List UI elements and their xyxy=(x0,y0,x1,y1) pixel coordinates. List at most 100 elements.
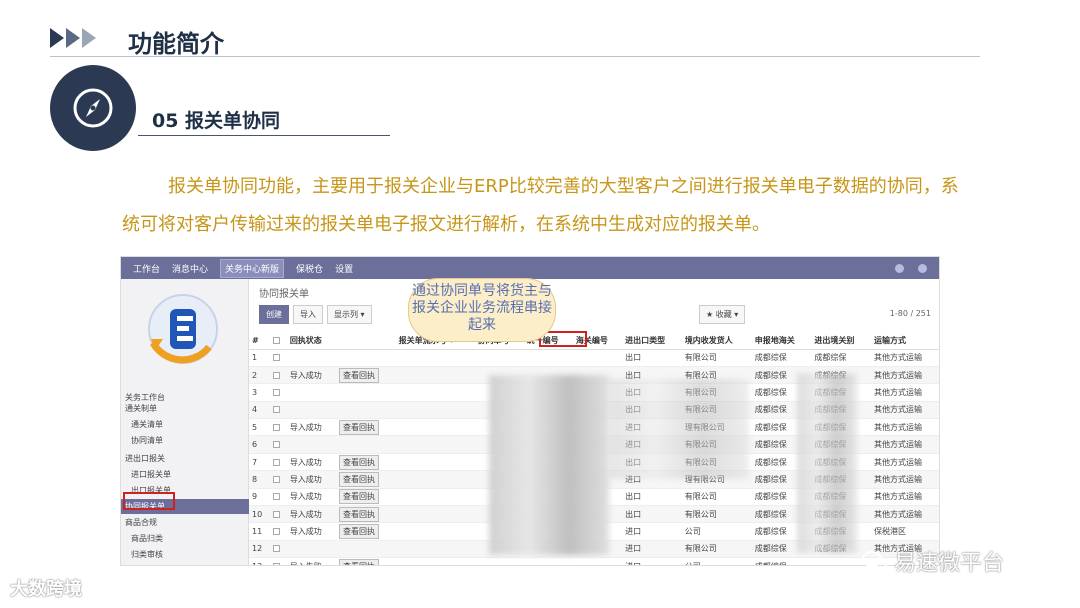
row-consignee: 有限公司 xyxy=(681,505,752,524)
row-select-checkbox[interactable] xyxy=(272,475,280,483)
col-receipt-status[interactable]: 回执状态 xyxy=(286,333,337,350)
sidebar-item-collab-list[interactable]: 协同清单 xyxy=(131,435,163,446)
row-select-checkbox[interactable] xyxy=(272,510,280,518)
view-receipt-button[interactable]: 查看回执 xyxy=(339,454,380,470)
row-checkbox xyxy=(269,418,287,437)
row-select-checkbox[interactable] xyxy=(272,545,280,553)
nav-messages[interactable]: 消息中心 xyxy=(172,262,208,275)
row-select-checkbox[interactable] xyxy=(272,354,280,362)
view-receipt-button[interactable]: 查看回执 xyxy=(339,471,380,487)
row-io-type: 进口 xyxy=(622,557,682,565)
row-view-receipt: 查看回执 xyxy=(336,557,396,565)
row-unified xyxy=(523,557,573,565)
view-receipt-button[interactable]: 查看回执 xyxy=(339,524,380,540)
sidebar-group-import-export[interactable]: 进出口报关 xyxy=(125,453,165,464)
row-view-receipt xyxy=(336,383,396,402)
nav-settings[interactable]: 设置 xyxy=(335,262,353,275)
sidebar-item-classification[interactable]: 商品归类 xyxy=(131,533,163,544)
create-button[interactable]: 创建 xyxy=(259,305,289,324)
row-status: 导入成功 xyxy=(286,488,337,507)
row-serial xyxy=(395,383,475,402)
help-icon[interactable] xyxy=(895,263,904,273)
column-display-dropdown[interactable]: 显示列 ▾ xyxy=(327,305,372,324)
view-receipt-button[interactable]: 查看回执 xyxy=(339,506,380,522)
nav-workbench[interactable]: 工作台 xyxy=(133,262,160,275)
sidebar-item-classification-review[interactable]: 归类审核 xyxy=(131,549,163,560)
row-view-receipt: 查看回执 xyxy=(336,366,396,385)
row-select-checkbox[interactable] xyxy=(272,562,280,565)
sidebar-group-workbench[interactable]: 关务工作台 xyxy=(125,392,165,403)
wechat-icon xyxy=(862,551,887,571)
row-consignee: 有限公司 xyxy=(681,540,752,559)
col-select-all[interactable] xyxy=(269,333,287,350)
row-index: 2 xyxy=(249,366,270,385)
row-serial xyxy=(395,470,475,489)
col-port[interactable]: 进出境关别 xyxy=(811,333,871,350)
row-serial xyxy=(395,435,475,454)
table-header-row: # 回执状态 报关单流水号 ▾ 协同单号 统一编号 海关编号 进出口类型 境内收… xyxy=(249,333,939,350)
row-collab xyxy=(474,557,524,565)
row-io-type: 出口 xyxy=(622,349,682,367)
row-select-checkbox[interactable] xyxy=(272,371,280,379)
row-view-receipt: 查看回执 xyxy=(336,522,396,541)
select-all-checkbox[interactable] xyxy=(272,337,280,345)
sidebar-highlight-box xyxy=(123,492,175,510)
watermark-right: 易速微平台 xyxy=(862,545,1004,577)
row-consignee: 公司 xyxy=(681,557,752,565)
row-index: 10 xyxy=(249,505,270,524)
row-select-checkbox[interactable] xyxy=(272,493,280,501)
import-button[interactable]: 导入 xyxy=(293,305,323,324)
row-serial xyxy=(395,557,475,565)
row-index: 6 xyxy=(249,435,270,454)
row-index: 9 xyxy=(249,488,270,507)
chat-icon[interactable] xyxy=(918,263,927,273)
view-receipt-button[interactable]: 查看回执 xyxy=(339,419,380,435)
redacted-area xyxy=(609,379,749,479)
row-select-checkbox[interactable] xyxy=(272,406,280,414)
row-status xyxy=(286,435,337,454)
row-select-checkbox[interactable] xyxy=(272,528,280,536)
redacted-area xyxy=(489,375,609,555)
row-transport: 其他方式运输 xyxy=(870,349,939,367)
col-io-type[interactable]: 进出口类型 xyxy=(622,333,682,350)
row-status xyxy=(286,349,337,367)
nav-bonded-warehouse[interactable]: 保税仓 xyxy=(296,262,323,275)
row-index: 12 xyxy=(249,540,270,559)
sidebar-group-clearance[interactable]: 通关制单 xyxy=(125,403,157,414)
sidebar-group-compliance[interactable]: 商品合规 xyxy=(125,517,157,528)
sidebar-item-clearance-list[interactable]: 通关清单 xyxy=(131,419,163,430)
row-transport: 其他方式运输 xyxy=(870,383,939,402)
col-transport[interactable]: 运输方式 xyxy=(870,333,939,350)
col-declare-customs[interactable]: 申报地海关 xyxy=(751,333,812,350)
table-row[interactable]: 1 出口 有限公司 成都综保 成都综保 其他方式运输 xyxy=(249,349,939,367)
row-serial xyxy=(395,488,475,507)
sidebar-item-import-declaration[interactable]: 进口报关单 xyxy=(131,469,171,480)
row-collab xyxy=(474,349,524,367)
view-receipt-button[interactable]: 查看回执 xyxy=(339,489,380,505)
nav-customs-center[interactable]: 关务中心新版 xyxy=(220,258,285,278)
pager[interactable]: 1-80 / 251 xyxy=(890,309,931,318)
row-status xyxy=(286,401,337,420)
view-receipt-button[interactable]: 查看回执 xyxy=(339,558,380,565)
favorites-dropdown[interactable]: ★ 收藏 ▾ xyxy=(699,305,746,324)
row-index: 13 xyxy=(249,557,270,565)
col-receipt-action xyxy=(336,333,396,350)
row-index: 11 xyxy=(249,522,270,541)
row-transport: 其他方式运输 xyxy=(870,418,939,437)
row-select-checkbox[interactable] xyxy=(272,423,280,431)
col-consignee[interactable]: 境内收发货人 xyxy=(681,333,752,350)
row-status: 导入成功 xyxy=(286,418,337,437)
row-consignee: 公司 xyxy=(681,522,752,541)
row-select-checkbox[interactable] xyxy=(272,458,280,466)
row-transport: 其他方式运输 xyxy=(870,435,939,454)
row-customs xyxy=(572,557,623,565)
view-receipt-button[interactable]: 查看回执 xyxy=(339,367,380,383)
row-index: 7 xyxy=(249,453,270,472)
row-serial xyxy=(395,418,475,437)
row-select-checkbox[interactable] xyxy=(272,441,280,449)
title-chevrons-icon xyxy=(50,28,96,48)
row-index: 1 xyxy=(249,349,270,367)
table-row[interactable]: 13 导入失败查看回执 进口公司成都综保 xyxy=(249,557,939,565)
row-select-checkbox[interactable] xyxy=(272,388,280,396)
row-index: 4 xyxy=(249,401,270,420)
